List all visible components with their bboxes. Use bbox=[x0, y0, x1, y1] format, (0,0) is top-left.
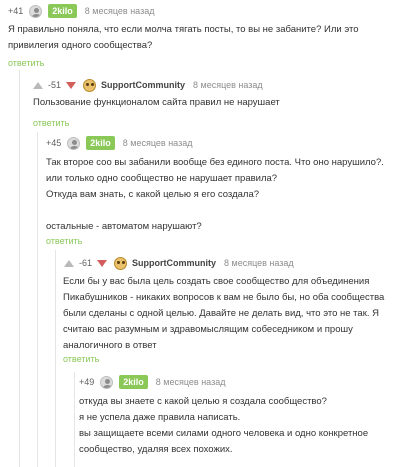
thread-line-level-1 bbox=[19, 70, 20, 467]
comment-text-line: Пикабушников - никаких вопросов к вам не… bbox=[63, 292, 385, 303]
reply-link[interactable]: ответить bbox=[8, 58, 44, 68]
comment-rating: +49 bbox=[79, 377, 95, 387]
downvote-icon[interactable] bbox=[97, 259, 108, 267]
comment-text-line: Откуда вам знать, с какой целью я его со… bbox=[46, 189, 260, 200]
comment-time[interactable]: 8 месяцев назад bbox=[85, 6, 155, 16]
comment-text-line: откуда вы знаете с какой целью я создала… bbox=[79, 396, 327, 407]
comment-text-line: сообщество, удаляя всех похожих. bbox=[79, 444, 233, 455]
comment-rating: -51 bbox=[48, 80, 62, 90]
community-avatar-icon[interactable] bbox=[83, 78, 97, 92]
comment-time[interactable]: 8 месяцев назад bbox=[123, 138, 193, 148]
thread-line-level-3 bbox=[55, 250, 56, 467]
upvote-icon[interactable] bbox=[64, 259, 74, 267]
comment-rating: -61 bbox=[79, 258, 93, 268]
upvote-icon[interactable] bbox=[33, 81, 43, 89]
comment-time[interactable]: 8 месяцев назад bbox=[224, 258, 294, 268]
reply-link[interactable]: ответить bbox=[33, 118, 69, 128]
comment-header: +49 2kilo 8 месяцев назад bbox=[79, 373, 225, 391]
comment-text-line: были сделаны с одной целью. Давайте не д… bbox=[63, 308, 379, 319]
comment-header: +45 2kilo 8 месяцев назад bbox=[46, 134, 192, 152]
comment-body: Пользование функционалом сайта правил не… bbox=[33, 95, 393, 111]
comment-text-line: привилегия одного сообщества? bbox=[8, 40, 153, 51]
comment-text-line: вы защищаете всеми силами одного человек… bbox=[79, 428, 369, 439]
reply-link[interactable]: ответить bbox=[63, 354, 99, 364]
user-avatar-icon[interactable] bbox=[29, 4, 43, 18]
community-avatar-icon[interactable] bbox=[114, 256, 128, 270]
comment-time[interactable]: 8 месяцев назад bbox=[193, 80, 263, 90]
comment-text-line: Так второе соо вы забанили вообще без ед… bbox=[46, 157, 384, 168]
reply-link[interactable]: ответить bbox=[46, 236, 82, 246]
comment-rating: +41 bbox=[8, 6, 24, 16]
comment-rating: +45 bbox=[46, 138, 62, 148]
comment-header: -61 SupportCommunity 8 месяцев назад bbox=[64, 254, 294, 272]
comment-author[interactable]: 2kilo bbox=[48, 4, 77, 18]
user-avatar-icon[interactable] bbox=[100, 375, 114, 389]
comment-text-line: или только одно сообщество не нарушает п… bbox=[46, 173, 278, 184]
comment-author[interactable]: 2kilo bbox=[86, 136, 115, 150]
comment-text-line: остальные - автоматом нарушают? bbox=[46, 221, 202, 232]
comment-text-line bbox=[46, 203, 396, 219]
comment-body: Так второе соо вы забанили вообще без ед… bbox=[46, 155, 396, 235]
downvote-icon[interactable] bbox=[66, 81, 77, 89]
comment-text-line: Если бы у вас была цель создать свое соо… bbox=[63, 276, 370, 287]
comment-body: Если бы у вас была цель создать свое соо… bbox=[63, 274, 398, 354]
comment-author[interactable]: 2kilo bbox=[119, 375, 148, 389]
comment-text-line: аналогичного в ответ bbox=[63, 340, 157, 351]
comment-body: откуда вы знаете с какой целью я создала… bbox=[79, 394, 397, 458]
comment-text-line: я не успела даже правила написать. bbox=[79, 412, 241, 423]
comment-body: Я правильно поняла, что если молча тягат… bbox=[8, 22, 393, 54]
thread-line-level-2 bbox=[37, 132, 38, 467]
user-avatar-icon[interactable] bbox=[67, 136, 81, 150]
comment-text-line: Пользование функционалом сайта правил не… bbox=[33, 97, 280, 108]
comment-header: +41 2kilo 8 месяцев назад bbox=[8, 2, 154, 20]
comment-author[interactable]: SupportCommunity bbox=[132, 258, 216, 268]
comment-author[interactable]: SupportCommunity bbox=[101, 80, 185, 90]
comment-time[interactable]: 8 месяцев назад bbox=[156, 377, 226, 387]
comment-text-line: считаю вас разумным и здравомыслящим соб… bbox=[63, 324, 353, 335]
comment-text-line: Я правильно поняла, что если молча тягат… bbox=[8, 24, 359, 35]
thread-line-level-4 bbox=[74, 372, 75, 467]
comment-header: -51 SupportCommunity 8 месяцев назад bbox=[33, 76, 263, 94]
